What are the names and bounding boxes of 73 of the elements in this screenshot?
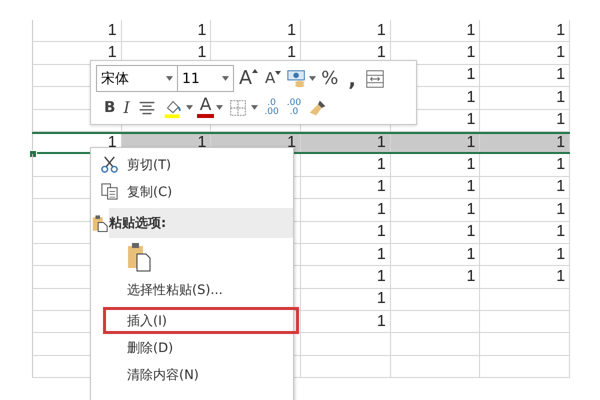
table-cell: 1	[108, 22, 117, 40]
table-cell: 1	[376, 156, 386, 174]
bold-button[interactable]: B	[102, 100, 118, 115]
table-cell: 1	[376, 178, 386, 196]
table-cell: 1	[197, 134, 206, 152]
table-cell: 1	[466, 22, 476, 40]
table-cell: 1	[376, 22, 386, 40]
italic-button[interactable]: I	[121, 100, 132, 116]
caret-icon	[166, 76, 173, 81]
table-cell: 1	[556, 223, 566, 242]
table-cell: 1	[466, 44, 476, 62]
copy-icon	[100, 182, 118, 201]
table-cell: 1	[466, 223, 476, 242]
table-cell: 1	[466, 134, 476, 152]
triangle-icon	[252, 69, 258, 73]
table-cell: 1	[108, 134, 117, 152]
scissors-icon	[100, 155, 118, 174]
table-cell: 1	[556, 200, 566, 219]
font-size-field[interactable]: 11	[177, 65, 234, 92]
menu-item[interactable]: 选择性粘贴(S)...	[91, 276, 293, 303]
menu-item[interactable]: 复制(C)	[91, 178, 293, 205]
paste-icon[interactable]	[127, 242, 151, 272]
table-cell: 1	[556, 88, 566, 107]
font-field[interactable]: 宋体	[96, 65, 178, 92]
table-cell: 1	[466, 268, 476, 286]
table-cell: 1	[556, 246, 566, 264]
format-cells-icon[interactable]	[364, 68, 386, 90]
table-cell: 1	[376, 200, 386, 219]
table-cell: 1	[556, 111, 566, 130]
table-cell: 1	[287, 22, 296, 40]
menu-item[interactable]: 删除(D)	[91, 334, 293, 361]
table-cell: 1	[376, 134, 386, 152]
comma-button[interactable]: ,	[343, 68, 361, 88]
paste-icon	[91, 214, 109, 232]
table-cell: 1	[287, 134, 296, 152]
table-cell: 1	[108, 44, 117, 62]
increase-decimal-button[interactable]: .0 .00	[262, 98, 281, 116]
table-cell: 1	[376, 44, 386, 62]
menu-item[interactable]: 插入(I)	[103, 307, 299, 334]
table-cell: 1	[466, 111, 476, 130]
table-cell: 1	[556, 178, 566, 196]
font-color-button[interactable]: A	[196, 97, 214, 118]
menu-section-header: 粘贴选项:	[91, 208, 293, 238]
table-cell: 1	[287, 44, 296, 62]
table-cell: 1	[556, 134, 566, 152]
table-cell: 1	[466, 178, 476, 196]
table-cell: 1	[466, 156, 476, 174]
table-cell: 1	[197, 44, 206, 62]
table-cell: 1	[376, 223, 386, 242]
caret-icon[interactable]	[309, 76, 316, 81]
fill-handle[interactable]	[29, 150, 37, 158]
table-cell: 1	[466, 88, 476, 107]
table-cell: 1	[376, 268, 386, 286]
table-cell: 1	[466, 200, 476, 219]
table-cell: 1	[556, 22, 566, 40]
table-cell: 1	[376, 246, 386, 264]
grow-font-button[interactable]: A	[237, 69, 260, 88]
decrease-decimal-button[interactable]: .00 .0	[284, 98, 304, 116]
shrink-font-button[interactable]: A	[263, 71, 284, 86]
table-cell: 1	[556, 156, 566, 174]
caret-icon	[222, 76, 229, 81]
table-cell: 1	[376, 312, 386, 331]
table-cell: 1	[376, 290, 386, 308]
table-cell: 1	[556, 44, 566, 62]
menu-item[interactable]: 剪切(T)	[91, 151, 293, 178]
menu-item[interactable]: 清除内容(N)	[91, 361, 293, 388]
table-cell: 1	[466, 246, 476, 264]
table-cell: 1	[556, 66, 566, 84]
percent-button[interactable]: %	[319, 70, 340, 88]
table-cell: 1	[197, 22, 206, 40]
triangle-icon	[275, 71, 282, 75]
table-cell: 1	[466, 66, 476, 84]
table-cell: 1	[556, 268, 566, 286]
